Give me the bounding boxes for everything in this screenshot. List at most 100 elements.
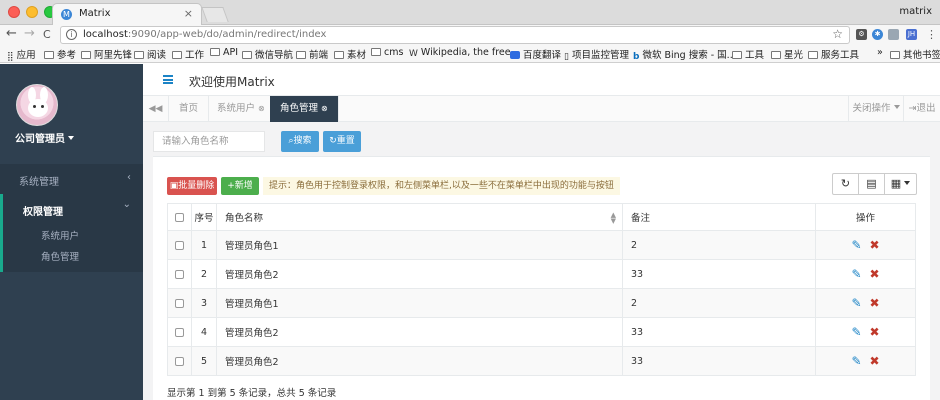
tab-home[interactable]: 首页 <box>169 96 210 122</box>
column-header-name[interactable]: 角色名称 ▲ ▼ <box>216 203 623 231</box>
tab-role-management[interactable]: 角色管理 ⊗ <box>270 96 339 122</box>
grid-icon: ▦ <box>890 177 902 190</box>
reload-icon[interactable]: C <box>43 28 51 41</box>
browser-menu-icon[interactable]: ⋮ <box>926 28 937 41</box>
sidebar-item-role-management[interactable]: 角色管理 <box>41 249 79 263</box>
edit-icon[interactable]: ✎ <box>851 296 861 310</box>
bookmark-folder[interactable]: 工作 <box>172 47 204 61</box>
edit-icon[interactable]: ✎ <box>851 238 861 252</box>
tab-close-icon[interactable]: ⊗ <box>258 104 265 113</box>
bookmark-folder[interactable]: cms <box>371 47 403 58</box>
search-button[interactable]: ⌕搜索 <box>281 131 319 152</box>
edit-icon[interactable]: ✎ <box>851 267 861 281</box>
tab-label: 首页 <box>179 103 199 114</box>
refresh-icon[interactable]: ↻ <box>833 174 859 194</box>
row-checkbox[interactable] <box>175 327 184 337</box>
row-remark: 33 <box>622 259 816 289</box>
bookmark-folder[interactable]: API <box>210 47 238 58</box>
user-name: 公司管理员 <box>15 134 65 145</box>
address-url: localhost:9090/app-web/do/admin/redirect… <box>83 29 326 40</box>
batch-delete-label: 批量删除 <box>178 181 215 191</box>
delete-icon[interactable]: ✖ <box>870 325 880 339</box>
bookmark-folder[interactable]: 阅读 <box>134 47 166 61</box>
row-seq: 3 <box>191 288 217 318</box>
chevron-down-icon: ⌄ <box>122 199 131 210</box>
bookmark-folder[interactable]: 参考 <box>44 47 76 61</box>
columns-dropdown[interactable]: ▦ <box>885 174 916 194</box>
sidebar-item-system-management[interactable]: 系统管理 ‹ <box>0 164 143 194</box>
batch-delete-button[interactable]: ▣批量删除 <box>167 177 217 195</box>
forward-arrow-icon[interactable]: → <box>24 26 35 41</box>
delete-icon[interactable]: ✖ <box>870 238 880 252</box>
delete-icon[interactable]: ✖ <box>870 296 880 310</box>
column-header-seq: 序号 <box>191 203 217 231</box>
avatar[interactable] <box>16 84 58 126</box>
row-checkbox[interactable] <box>175 240 184 250</box>
row-checkbox[interactable] <box>175 298 184 308</box>
back-arrow-icon[interactable]: ← <box>6 26 17 41</box>
new-tab-button[interactable] <box>201 7 229 22</box>
delete-icon[interactable]: ✖ <box>870 267 880 281</box>
extension-icon[interactable]: JH <box>906 29 917 40</box>
logout-button[interactable]: ⇥退出 <box>903 96 940 122</box>
window-close-button[interactable] <box>8 6 20 18</box>
extension-icon[interactable] <box>888 29 899 40</box>
bookmark-folder[interactable]: 星光 <box>771 47 803 61</box>
delete-icon[interactable]: ✖ <box>870 354 880 368</box>
bookmark-star-icon[interactable]: ☆ <box>832 27 843 41</box>
tab-close-icon[interactable]: ⊗ <box>321 104 328 113</box>
reset-button[interactable]: ↻重置 <box>323 131 361 152</box>
folder-icon <box>134 51 144 59</box>
tab-system-users[interactable]: 系统用户 ⊗ <box>207 96 276 122</box>
row-seq: 1 <box>191 230 217 260</box>
select-all-checkbox[interactable] <box>175 212 184 222</box>
sidebar-item-label: 系统管理 <box>19 177 59 188</box>
row-seq: 4 <box>191 317 217 347</box>
menu-toggle-icon[interactable] <box>163 75 173 84</box>
row-checkbox[interactable] <box>175 356 184 366</box>
extension-icon[interactable]: ✱ <box>872 29 883 40</box>
bookmark-bing[interactable]: b 微软 Bing 搜索 - 国... <box>633 47 736 62</box>
bookmark-baidu-translate[interactable]: 百度翻译 <box>510 47 561 61</box>
browser-tab-close-icon[interactable]: × <box>184 7 193 20</box>
row-checkbox[interactable] <box>175 269 184 279</box>
close-operations-dropdown[interactable]: 关闭操作 <box>848 96 903 122</box>
role-name-search-input[interactable] <box>153 131 265 152</box>
edit-icon[interactable]: ✎ <box>851 325 861 339</box>
bookmark-folder[interactable]: 素材 <box>334 47 366 61</box>
bookmark-folder[interactable]: 服务工具 <box>808 47 859 61</box>
tabs-scroll-left-icon[interactable]: ◀◀ <box>143 96 169 122</box>
bookmark-label: cms <box>384 47 404 58</box>
sidebar-item-permission-management[interactable]: 权限管理 ⌄ <box>0 194 143 224</box>
table-row: 2 管理员角色2 33 ✎ ✖ <box>167 259 916 289</box>
folder-icon <box>44 51 54 59</box>
info-icon[interactable]: i <box>66 29 77 40</box>
bookmark-apps[interactable]: ⣿ 应用 <box>7 47 36 62</box>
edit-icon[interactable]: ✎ <box>851 354 861 368</box>
user-menu[interactable]: 公司管理员 <box>15 130 74 145</box>
bookmark-folder[interactable]: 微信导航 <box>242 47 293 61</box>
other-bookmarks[interactable]: 其他书签 <box>890 47 940 61</box>
add-button[interactable]: +新增 <box>221 177 259 195</box>
toggle-view-icon[interactable]: ▤ <box>859 174 885 194</box>
welcome-title: 欢迎使用Matrix <box>189 75 275 89</box>
bookmark-project-monitor[interactable]: ▯ 项目监控管理 <box>564 47 629 62</box>
row-remark: 33 <box>622 346 816 376</box>
row-remark: 2 <box>622 230 816 260</box>
browser-tab[interactable]: M Matrix × <box>52 3 202 25</box>
bookmark-label: 百度翻译 <box>523 50 562 61</box>
row-role-name: 管理员角色1 <box>216 230 623 260</box>
bookmark-folder[interactable]: 前端 <box>296 47 328 61</box>
address-bar[interactable]: i localhost:9090/app-web/do/admin/redire… <box>60 26 850 44</box>
sidebar-item-system-users[interactable]: 系统用户 <box>41 228 79 242</box>
trash-icon: ▣ <box>169 181 179 191</box>
window-minimize-button[interactable] <box>26 6 38 18</box>
bookmark-wikipedia[interactable]: W Wikipedia, the free... <box>409 47 520 59</box>
page-tabs-bar: ◀◀ 首页 系统用户 ⊗ 角色管理 ⊗ 关闭操作 ⇥退出 <box>143 96 940 122</box>
extension-icon[interactable]: ⚙ <box>856 29 867 40</box>
browser-profile-name[interactable]: matrix <box>899 6 932 17</box>
bookmark-folder[interactable]: 阿里先锋 <box>81 47 132 61</box>
bookmark-folder[interactable]: 工具 <box>732 47 764 61</box>
column-header-name-label: 角色名称 <box>225 213 264 224</box>
bookmarks-overflow-icon[interactable]: » <box>877 47 883 58</box>
